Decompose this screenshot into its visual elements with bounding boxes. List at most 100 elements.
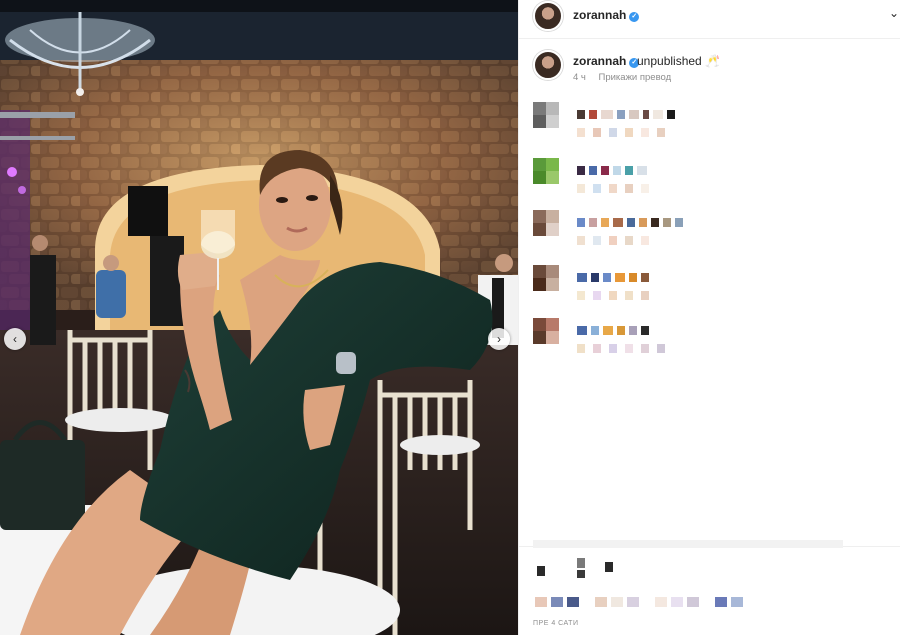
comment-2-avatar-pixel: [546, 158, 559, 171]
footer-pixel: [535, 597, 547, 607]
comment-5-meta-pixel: [577, 344, 585, 353]
comment-1-avatar-pixel: [533, 115, 546, 128]
comment-5-avatar-pixel: [533, 331, 546, 344]
comment-3-avatar-pixel: [546, 210, 559, 223]
comment-3-meta-pixel: [641, 236, 649, 245]
comment-2-meta-pixel: [577, 184, 585, 193]
caption-username-link[interactable]: zorannah ✓: [573, 54, 640, 68]
comment-2-avatar-pixel: [533, 171, 546, 184]
comment-1-text-pixel: [589, 110, 597, 119]
comment-1-meta-pixel: [657, 128, 665, 137]
comment-1-text-pixel: [617, 110, 625, 119]
comment-3-text-pixel: [589, 218, 597, 227]
footer-pixel: [611, 597, 623, 607]
comment-2-text-pixel: [601, 166, 609, 175]
comment-3-meta-pixel: [577, 236, 585, 245]
author-username[interactable]: zorannah: [573, 8, 626, 22]
comment-5-text-pixel: [617, 326, 625, 335]
comment-4-text-pixel: [603, 273, 611, 282]
comment-4-meta-pixel: [641, 291, 649, 300]
footer-pixel: [627, 597, 639, 607]
post-photo[interactable]: ‹ ›: [0, 0, 518, 635]
author-avatar[interactable]: [533, 1, 563, 31]
comment-5-avatar-pixel: [546, 318, 559, 331]
comment-1-meta-pixel: [593, 128, 601, 137]
footer-pixel: [731, 597, 743, 607]
comment-2-text-pixel: [625, 166, 633, 175]
comment-5-meta-pixel: [657, 344, 665, 353]
comment-5-text-pixel: [641, 326, 649, 335]
comment-2-text-pixel: [589, 166, 597, 175]
footer-pixel: [655, 597, 667, 607]
footer-pixel: [595, 597, 607, 607]
caption-time[interactable]: 4 ч: [573, 72, 586, 83]
comment-5-meta-pixel: [625, 344, 633, 353]
comment-5-text-pixel: [577, 326, 587, 335]
comment-4-avatar-pixel: [533, 278, 546, 291]
comment-3-avatar-pixel: [533, 210, 546, 223]
translate-link[interactable]: Прикажи превод: [599, 72, 672, 83]
post-header: zorannah ✓ ⌄: [519, 0, 900, 39]
footer-pixel: [537, 566, 545, 576]
comment-1-text-pixel: [653, 110, 663, 119]
footer-pixel: [533, 540, 843, 548]
comment-3-avatar-pixel: [546, 223, 559, 236]
comment-2-text-pixel: [637, 166, 647, 175]
comment-1-avatar-pixel: [533, 102, 546, 115]
comment-3-meta-pixel: [625, 236, 633, 245]
comment-5-avatar-pixel: [546, 331, 559, 344]
comment-2-text-pixel: [613, 166, 621, 175]
comment-3-text-pixel: [663, 218, 671, 227]
verified-badge-icon: ✓: [629, 12, 640, 22]
comment-4-text-pixel: [629, 273, 637, 282]
author-username-link[interactable]: zorannah ✓: [573, 8, 640, 22]
comment-4-meta-pixel: [625, 291, 633, 300]
comment-3-text-pixel: [639, 218, 647, 227]
comment-4-meta-pixel: [609, 291, 617, 300]
footer-pixel: [715, 597, 727, 607]
footer-pixel: [577, 558, 585, 568]
comment-5-meta-pixel: [609, 344, 617, 353]
comment-3-text-pixel: [577, 218, 585, 227]
caption-username[interactable]: zorannah: [573, 54, 626, 68]
comment-5-text-pixel: [629, 326, 637, 335]
chevron-icon[interactable]: ⌄: [889, 6, 899, 20]
caption-avatar[interactable]: [533, 50, 563, 80]
comment-4-avatar-pixel: [546, 278, 559, 291]
footer-pixel: [567, 597, 579, 607]
comment-3-text-pixel: [627, 218, 635, 227]
comment-3-text-pixel: [651, 218, 659, 227]
comment-1-text-pixel: [667, 110, 675, 119]
caption-text: unpublished 🥂: [637, 54, 720, 68]
footer-pixel: [577, 570, 585, 578]
comment-5-meta-pixel: [641, 344, 649, 353]
photo-illustration: [0, 0, 518, 635]
next-photo-button[interactable]: ›: [488, 328, 510, 350]
previous-photo-button[interactable]: ‹: [4, 328, 26, 350]
comment-1-meta-pixel: [609, 128, 617, 137]
caption-meta: 4 ч Прикажи превод: [573, 72, 681, 83]
comment-1-text-pixel: [629, 110, 639, 119]
comment-4-avatar-pixel: [546, 265, 559, 278]
comment-2-meta-pixel: [609, 184, 617, 193]
comment-2-avatar-pixel: [546, 171, 559, 184]
comment-1-meta-pixel: [577, 128, 585, 137]
comment-4-text-pixel: [641, 273, 649, 282]
comment-3-meta-pixel: [609, 236, 617, 245]
post-timestamp: ПРЕ 4 САТИ: [533, 620, 579, 627]
comment-2-meta-pixel: [593, 184, 601, 193]
comment-3-text-pixel: [675, 218, 683, 227]
footer-pixel: [671, 597, 683, 607]
footer-pixel: [551, 597, 563, 607]
comment-4-meta-pixel: [593, 291, 601, 300]
footer-pixel: [687, 597, 699, 607]
comment-2-meta-pixel: [625, 184, 633, 193]
comment-4-text-pixel: [615, 273, 625, 282]
comment-3-text-pixel: [613, 218, 623, 227]
comment-4-text-pixel: [591, 273, 599, 282]
comment-5-text-pixel: [591, 326, 599, 335]
comment-5-avatar-pixel: [533, 318, 546, 331]
comment-1-text-pixel: [601, 110, 613, 119]
comment-1-text-pixel: [577, 110, 585, 119]
comment-1-meta-pixel: [625, 128, 633, 137]
